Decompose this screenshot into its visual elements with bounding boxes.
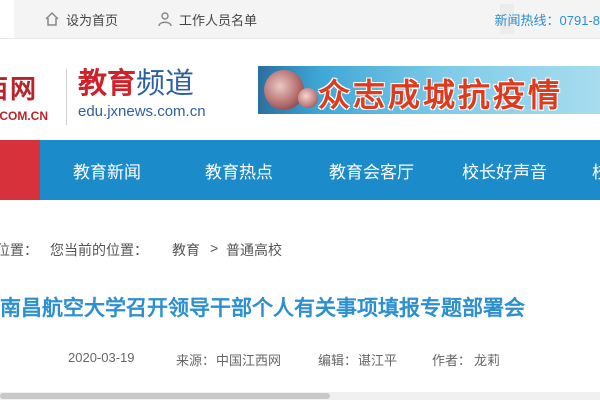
scrollbar-thumb[interactable] — [0, 393, 330, 399]
article-source-label: 来源： — [176, 353, 216, 368]
anti-epidemic-banner[interactable]: 众志成城抗疫情 — [258, 66, 600, 114]
article-date: 2020-03-19 — [68, 350, 135, 365]
nav-item-education-news[interactable]: 教育新闻 — [73, 140, 141, 200]
top-bar-edge — [0, 0, 14, 38]
article-author-label: 作者： — [432, 353, 472, 368]
nav-item-education-hot[interactable]: 教育热点 — [205, 140, 273, 200]
breadcrumb-current-label: 您当前的位置： — [50, 242, 148, 258]
nav-item-school[interactable]: 校 — [592, 140, 600, 200]
horizontal-scrollbar[interactable] — [0, 392, 600, 400]
site-header: 西网 S.COM.CN 教育频道 edu.jxnews.com.cn 众志成城抗… — [0, 39, 600, 139]
set-home-label: 设为首页 — [66, 12, 119, 28]
breadcrumb-prefix: 位置： — [0, 242, 38, 258]
article-editor: 谌江平 — [358, 353, 398, 368]
site-logo-domain: S.COM.CN — [0, 109, 48, 123]
site-logo-text: 西网 — [0, 75, 39, 105]
site-logo[interactable]: 西网 S.COM.CN — [0, 69, 60, 129]
article-editor-label: 编辑： — [318, 353, 358, 368]
main-nav: 教育新闻 教育热点 教育会客厅 校长好声音 校 — [0, 140, 600, 200]
education-channel-logo[interactable]: 教育频道 edu.jxnews.com.cn — [78, 67, 206, 121]
nav-item-principal-voice[interactable]: 校长好声音 — [462, 140, 547, 200]
edu-logo-red: 教育 — [78, 68, 137, 100]
logo-divider — [66, 69, 67, 125]
staff-list-link[interactable]: 工作人员名单 — [157, 0, 257, 38]
home-icon — [44, 11, 60, 27]
news-hotline: 新闻热线：0791-8 — [494, 12, 600, 28]
banner-slogan: 众志成城抗疫情 — [318, 76, 564, 114]
virus-image — [264, 70, 304, 110]
nav-home-block[interactable] — [0, 140, 40, 200]
edu-logo-blue: 频道 — [136, 68, 195, 100]
article-source: 中国江西网 — [216, 353, 282, 368]
article-author: 龙莉 — [474, 353, 501, 368]
staff-list-label: 工作人员名单 — [179, 12, 258, 28]
breadcrumb-separator: > — [210, 240, 219, 256]
virus-image-small — [298, 88, 318, 108]
article-title: 南昌航空大学召开领导干部个人有关事项填报专题部署会 — [0, 297, 525, 320]
breadcrumb-education-link[interactable]: 教育 — [172, 240, 200, 260]
nav-item-education-parlor[interactable]: 教育会客厅 — [329, 140, 414, 200]
breadcrumb-universities-link[interactable]: 普通高校 — [226, 240, 282, 260]
top-bar: 设为首页 工作人员名单 新闻热线：0791-8 — [0, 0, 600, 39]
edu-logo-url: edu.jxnews.com.cn — [78, 103, 206, 120]
user-icon — [157, 11, 173, 27]
set-home-link[interactable]: 设为首页 — [44, 0, 118, 38]
